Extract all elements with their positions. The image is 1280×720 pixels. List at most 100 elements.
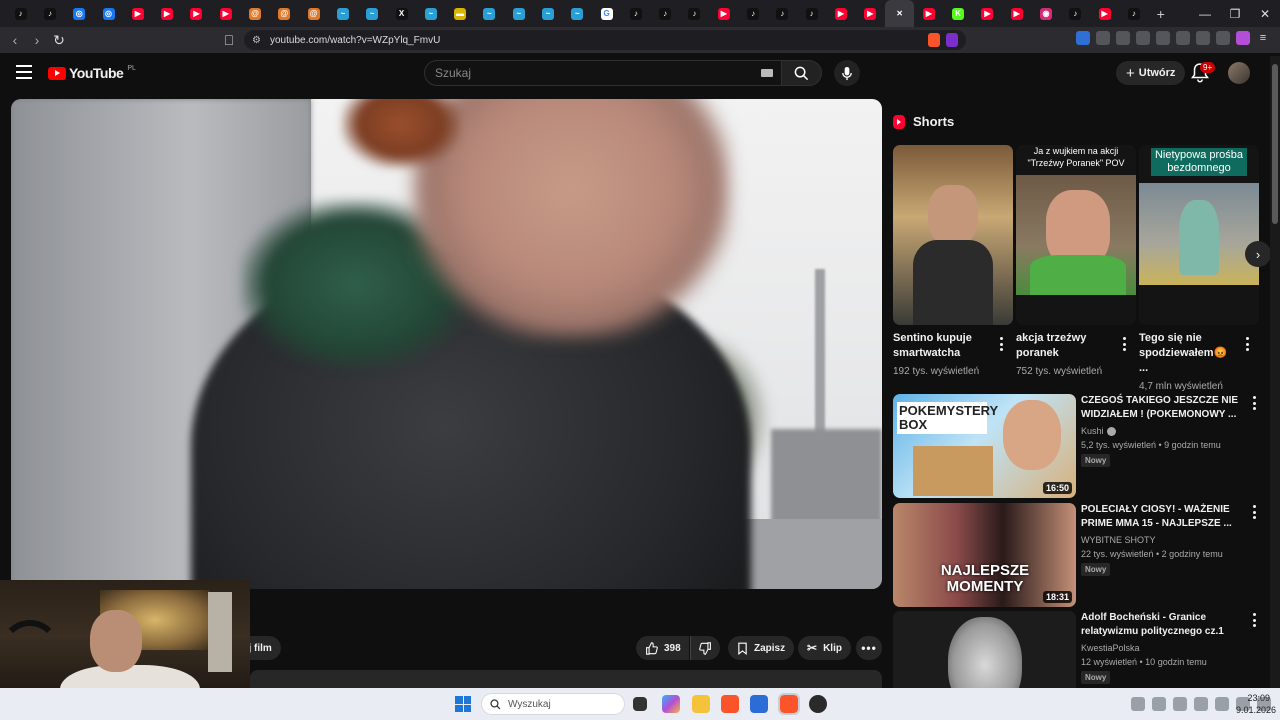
save-button[interactable]: Zapisz <box>728 636 795 660</box>
more-actions-button[interactable]: ••• <box>856 636 882 660</box>
description-box[interactable] <box>250 670 882 688</box>
like-button[interactable]: 398 <box>636 636 689 660</box>
short-item[interactable]: Nietypowa prośba bezdomnego Tego się nie… <box>1139 145 1259 392</box>
short-thumbnail[interactable] <box>893 145 1013 325</box>
task-view-icon[interactable] <box>633 697 647 711</box>
more-vert-icon[interactable] <box>1252 396 1256 410</box>
menu-icon[interactable]: ≡ <box>1256 31 1270 45</box>
browser-tab[interactable]: ✕ <box>884 0 915 27</box>
browser-tab[interactable]: @ <box>270 0 299 27</box>
browser-tab[interactable]: ♪ <box>35 0 64 27</box>
recommendation-item[interactable]: POKEMYSTERY BOX 16:50 CZEGOŚ TAKIEGO JES… <box>893 394 1270 498</box>
browser-tab[interactable]: ▶ <box>211 0 240 27</box>
browser-tab[interactable]: ▶ <box>973 0 1002 27</box>
browser-tab[interactable]: ♪ <box>6 0 35 27</box>
browser-tab[interactable]: @ <box>299 0 328 27</box>
wallet-icon[interactable] <box>1176 31 1190 45</box>
display-icon[interactable] <box>1215 697 1229 711</box>
video-title[interactable]: Adolf Bocheński - Granice relatywizmu po… <box>1081 611 1247 639</box>
browser-tab[interactable]: ♪ <box>1119 0 1148 27</box>
short-thumbnail[interactable]: Nietypowa prośba bezdomnego <box>1139 145 1259 325</box>
music-icon[interactable] <box>1136 31 1150 45</box>
short-title[interactable]: akcja trzeźwy poranek <box>1016 331 1116 361</box>
brave-shield-icon[interactable] <box>928 33 940 47</box>
channel-name[interactable]: Kushi <box>1081 426 1104 436</box>
search-input[interactable]: Szukaj <box>424 60 782 86</box>
browser-tab[interactable]: ♪ <box>621 0 650 27</box>
browser-tab[interactable]: ♪ <box>1061 0 1090 27</box>
shorts-next-button[interactable]: › <box>1245 241 1271 267</box>
puzzle-icon[interactable] <box>1096 31 1110 45</box>
copilot-icon[interactable] <box>662 695 680 713</box>
tray-chevron-icon[interactable] <box>1110 697 1124 711</box>
browser-tab[interactable]: ▶ <box>914 0 943 27</box>
sync-icon[interactable] <box>1131 697 1145 711</box>
leo-icon[interactable] <box>1196 31 1210 45</box>
browser-tab[interactable]: ▬ <box>445 0 474 27</box>
browser-tab[interactable]: ~ <box>358 0 387 27</box>
search-button[interactable] <box>782 60 822 86</box>
browser-tab[interactable]: G <box>592 0 621 27</box>
windows-start-icon[interactable] <box>455 696 471 712</box>
browser-tab[interactable]: ▶ <box>152 0 181 27</box>
video-thumbnail[interactable] <box>893 611 1076 688</box>
short-item[interactable]: Ja z wujkiem na akcji "Trzeźwy Poranek" … <box>1016 145 1136 377</box>
site-info-icon[interactable]: ⚙ <box>252 35 261 46</box>
channel-name[interactable]: WYBITNE SHOTY <box>1081 535 1156 545</box>
video-thumbnail[interactable]: POKEMYSTERY BOX 16:50 <box>893 394 1076 498</box>
short-thumbnail[interactable]: Ja z wujkiem na akcji "Trzeźwy Poranek" … <box>1016 145 1136 325</box>
clip-button[interactable]: ✂ Klip <box>798 636 851 660</box>
screenshot-icon[interactable] <box>1116 31 1130 45</box>
recommendation-item[interactable]: NAJLEPSZE MOMENTY 18:31 POLECIAŁY CIOSY!… <box>893 503 1270 607</box>
browser-tab[interactable]: ~ <box>504 0 533 27</box>
sidebar-icon[interactable] <box>1156 31 1170 45</box>
browser-tab[interactable]: X <box>387 0 416 27</box>
forward-icon[interactable]: › <box>26 32 48 48</box>
vpn-icon[interactable] <box>1216 31 1230 45</box>
browser-tab[interactable]: ◎ <box>65 0 94 27</box>
menu-hamburger-icon[interactable] <box>16 65 32 79</box>
extension-icon[interactable] <box>1076 31 1090 45</box>
minimize-button[interactable]: — <box>1190 7 1220 21</box>
browser-tab[interactable]: ♪ <box>738 0 767 27</box>
browser-tab[interactable]: @ <box>240 0 269 27</box>
taskbar-search[interactable]: Wyszukaj <box>481 693 625 715</box>
maximize-button[interactable]: ❐ <box>1220 7 1250 21</box>
browser-tab[interactable]: ▶ <box>1090 0 1119 27</box>
short-item[interactable]: Sentino kupuje smartwatcha 192 tys. wyśw… <box>893 145 1013 377</box>
profile-icon[interactable] <box>1236 31 1250 45</box>
page-scrollbar[interactable] <box>1270 56 1280 688</box>
headset-icon[interactable] <box>1173 697 1187 711</box>
taskbar-clock[interactable]: 23:09 9.01.2026 <box>1236 692 1276 716</box>
browser-tab[interactable]: ▶ <box>709 0 738 27</box>
browser-tab[interactable]: ~ <box>475 0 504 27</box>
browser-tab[interactable]: ♪ <box>768 0 797 27</box>
browser-tab[interactable]: ▶ <box>826 0 855 27</box>
obs-icon[interactable] <box>809 695 827 713</box>
browser-tab[interactable]: ♪ <box>797 0 826 27</box>
video-player[interactable] <box>11 99 882 589</box>
brave-icon[interactable] <box>721 695 739 713</box>
more-vert-icon[interactable] <box>1252 613 1256 627</box>
mic-tray-icon[interactable] <box>1194 697 1208 711</box>
new-tab-button[interactable]: + <box>1157 6 1165 22</box>
browser-tab[interactable]: K <box>944 0 973 27</box>
account-avatar[interactable] <box>1228 62 1250 84</box>
back-icon[interactable]: ‹ <box>4 32 26 48</box>
browser-tab[interactable]: ▶ <box>182 0 211 27</box>
more-vert-icon[interactable] <box>1252 505 1256 519</box>
bookmark-icon[interactable]: ⎕ <box>218 32 240 49</box>
scrollbar-thumb[interactable] <box>1272 64 1278 224</box>
reload-icon[interactable]: ↻ <box>48 32 70 49</box>
voice-search-button[interactable] <box>834 60 860 86</box>
create-button[interactable]: + Utwórz <box>1116 61 1186 85</box>
short-title[interactable]: Tego się nie spodziewałem😡 ... <box>1139 331 1239 376</box>
file-explorer-icon[interactable] <box>692 695 710 713</box>
url-field[interactable]: ⚙ youtube.com/watch?v=WZpYlq_FmvU <box>244 30 966 50</box>
recommendation-item[interactable]: Adolf Bocheński - Granice relatywizmu po… <box>893 611 1270 688</box>
browser-tab[interactable]: ~ <box>563 0 592 27</box>
browser-tab[interactable]: ◎ <box>94 0 123 27</box>
youtube-logo[interactable]: YouTube PL <box>48 65 136 81</box>
keyboard-icon[interactable] <box>761 69 773 77</box>
browser-tab[interactable]: ▶ <box>856 0 885 27</box>
